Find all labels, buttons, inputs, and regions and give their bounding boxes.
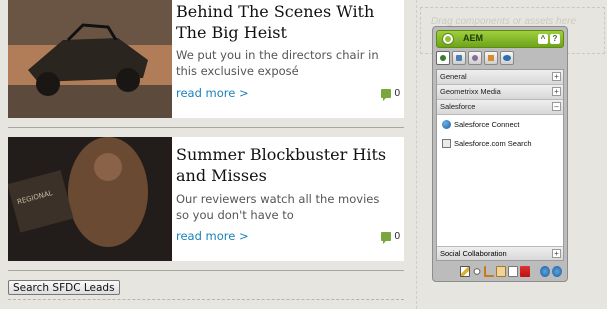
divider bbox=[8, 127, 404, 128]
tab-workflow[interactable] bbox=[500, 51, 514, 65]
tab-information[interactable] bbox=[468, 51, 482, 65]
article-description: Our reviewers watch all the movies so yo… bbox=[176, 192, 380, 222]
siteadmin-icon[interactable] bbox=[540, 265, 550, 277]
tab-page[interactable] bbox=[452, 51, 466, 65]
article-image[interactable] bbox=[8, 0, 172, 118]
component-salesforce-search[interactable]: Salesforce.com Search bbox=[437, 134, 563, 153]
article-teaser: Behind The Scenes With The Big Heist We … bbox=[8, 0, 404, 118]
aem-logo-icon bbox=[442, 33, 454, 45]
component-label: Salesforce Connect bbox=[454, 120, 520, 129]
comment-icon bbox=[381, 89, 392, 101]
article-title[interactable]: Behind The Scenes With The Big Heist bbox=[176, 1, 398, 43]
salesforce-connect-icon bbox=[442, 120, 451, 129]
sidekick-tabs bbox=[436, 51, 564, 67]
salesforce-search-icon bbox=[442, 139, 451, 148]
components-icon bbox=[440, 55, 446, 61]
comment-count-value: 0 bbox=[394, 231, 400, 242]
article-title[interactable]: Summer Blockbuster Hits and Misses bbox=[176, 144, 398, 186]
client-context-icon[interactable] bbox=[520, 265, 530, 277]
design-mode-icon[interactable] bbox=[484, 265, 494, 277]
divider bbox=[8, 270, 404, 271]
sidekick-panel: AEM ^ ? General + Geometrixx Media + Sal… bbox=[432, 26, 568, 282]
page-properties-icon[interactable] bbox=[508, 265, 518, 277]
group-general[interactable]: General + bbox=[437, 70, 563, 85]
group-label: Social Collaboration bbox=[440, 249, 507, 258]
group-salesforce[interactable]: Salesforce – bbox=[437, 100, 563, 115]
sidekick-header[interactable]: AEM ^ ? bbox=[436, 30, 564, 48]
page-icon bbox=[456, 55, 462, 61]
information-icon bbox=[472, 55, 478, 61]
preview-mode-icon[interactable] bbox=[472, 265, 482, 277]
group-social-collaboration[interactable]: Social Collaboration + bbox=[437, 246, 563, 260]
component-salesforce-connect[interactable]: Salesforce Connect bbox=[437, 115, 563, 134]
collapse-icon[interactable]: – bbox=[552, 102, 561, 111]
toolbar-spacer bbox=[532, 266, 538, 277]
sidekick-toolbar bbox=[436, 263, 564, 279]
dropzone-border bbox=[8, 299, 404, 300]
article-description: We put you in the directors chair in thi… bbox=[176, 48, 379, 78]
article-image[interactable]: REGIONAL bbox=[8, 137, 172, 261]
group-label: General bbox=[440, 72, 467, 81]
search-sfdc-leads-button[interactable]: Search SFDC Leads bbox=[8, 280, 120, 295]
scaffolding-icon[interactable] bbox=[496, 265, 506, 277]
component-label: Salesforce.com Search bbox=[454, 139, 532, 148]
components-panel: General + Geometrixx Media + Salesforce … bbox=[436, 69, 564, 261]
comment-count[interactable]: 0 bbox=[381, 88, 400, 101]
expand-icon[interactable]: + bbox=[552, 249, 561, 258]
article-teaser: REGIONAL Summer Blockbuster Hits and Mis… bbox=[8, 137, 404, 261]
comment-count[interactable]: 0 bbox=[381, 231, 400, 244]
tab-versioning[interactable] bbox=[484, 51, 498, 65]
tab-components[interactable] bbox=[436, 51, 450, 65]
edit-mode-icon[interactable] bbox=[460, 265, 470, 277]
group-label: Salesforce bbox=[440, 102, 476, 111]
comment-icon bbox=[381, 232, 392, 244]
refresh-icon[interactable] bbox=[552, 265, 562, 277]
sidekick-title: AEM bbox=[463, 33, 483, 43]
group-geometrixx-media[interactable]: Geometrixx Media + bbox=[437, 85, 563, 100]
comment-count-value: 0 bbox=[394, 88, 400, 99]
expand-icon[interactable]: + bbox=[552, 87, 561, 96]
expand-icon[interactable]: + bbox=[552, 72, 561, 81]
collapse-button[interactable]: ^ bbox=[538, 34, 548, 44]
read-more-link[interactable]: read more > bbox=[176, 86, 249, 100]
read-more-link[interactable]: read more > bbox=[176, 229, 249, 243]
workflow-icon bbox=[503, 55, 511, 61]
group-label: Geometrixx Media bbox=[440, 87, 501, 96]
help-button[interactable]: ? bbox=[550, 34, 560, 44]
column-divider bbox=[416, 0, 417, 309]
versioning-icon bbox=[488, 55, 494, 61]
